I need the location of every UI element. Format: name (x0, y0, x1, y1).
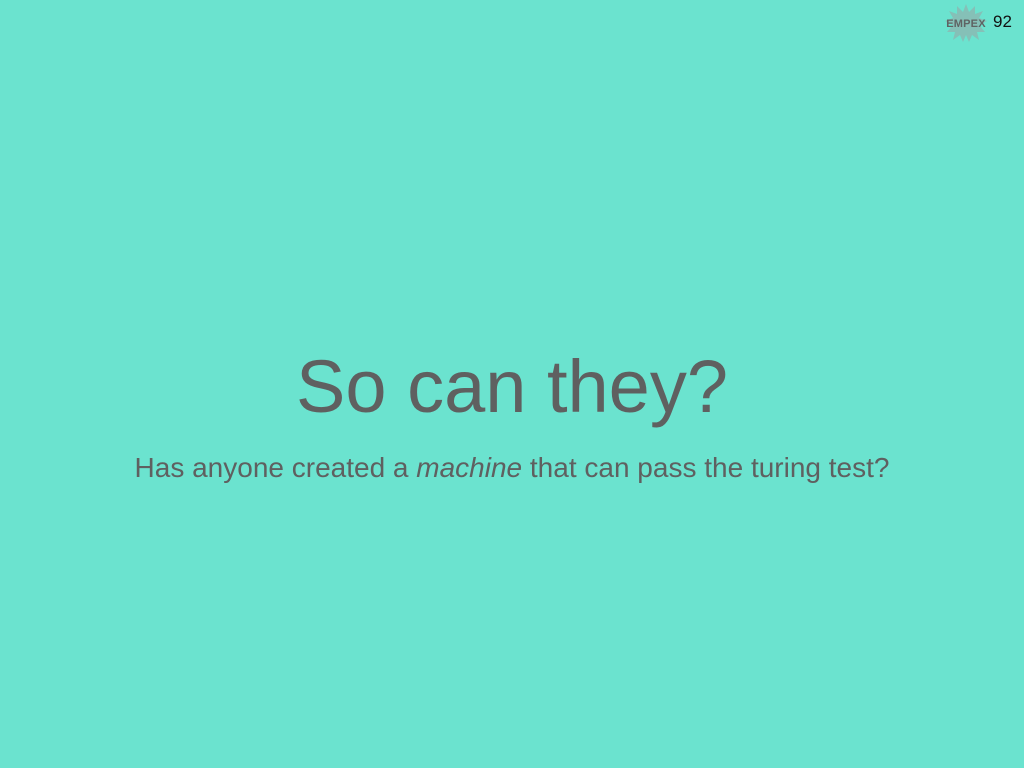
slide-subtitle: Has anyone created a machine that can pa… (112, 449, 912, 486)
slide: EMPEX 92 So can they? Has anyone created… (0, 0, 1024, 768)
empex-logo-text: EMPEX (946, 18, 986, 30)
subtitle-text-before: Has anyone created a (134, 452, 417, 483)
slide-number: 92 (993, 12, 1012, 31)
subtitle-text-after: that can pass the turing test? (522, 452, 890, 483)
empex-badge-icon: EMPEX (945, 4, 987, 42)
slide-title: So can they? (296, 345, 728, 428)
subtitle-emphasis: machine (416, 452, 523, 483)
empex-logo: EMPEX (944, 3, 988, 43)
